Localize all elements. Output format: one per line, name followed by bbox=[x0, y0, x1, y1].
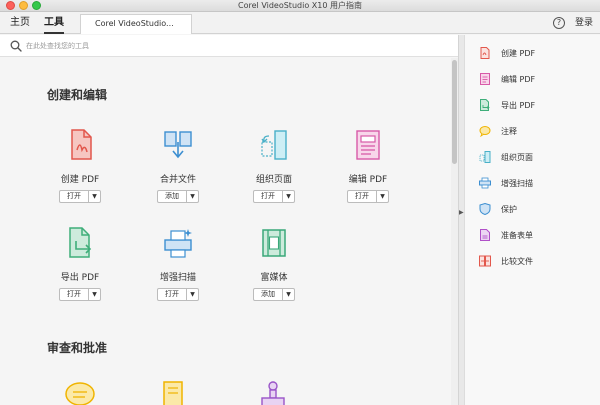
chevron-down-icon[interactable]: ▼ bbox=[283, 289, 294, 300]
window-title: Corel VideoStudio X10 用户指南 bbox=[238, 1, 362, 10]
open-button[interactable]: 打开 ▼ bbox=[347, 190, 389, 203]
search-input[interactable] bbox=[26, 38, 446, 54]
stamp-icon[interactable] bbox=[256, 378, 290, 405]
search-icon bbox=[10, 40, 22, 52]
chevron-down-icon[interactable]: ▼ bbox=[89, 289, 100, 300]
edit-pdf-icon bbox=[480, 73, 490, 85]
sidebar-item-enhance-scan[interactable]: 增强扫描 bbox=[479, 176, 533, 190]
combine-files-icon bbox=[164, 131, 192, 159]
sidebar-item-organize-pages[interactable]: 组织页面 bbox=[479, 150, 533, 164]
prepare-form-icon bbox=[480, 229, 490, 241]
create-pdf-icon bbox=[71, 129, 92, 160]
top-nav-bar: 主页 工具 Corel VideoStudio... ? 登录 bbox=[0, 12, 600, 34]
open-button[interactable]: 打开 ▼ bbox=[59, 288, 101, 301]
tab-tools[interactable]: 工具 bbox=[44, 12, 64, 34]
tool-card-edit-pdf[interactable]: 编辑 PDF 打开 ▼ bbox=[328, 128, 408, 203]
tools-panel: 创建和编辑 创建 PDF 打开 ▼ 合并文件 添加 ▼ 组织页面 打开 ▼ 编辑… bbox=[0, 58, 450, 405]
tool-card-rich-media[interactable]: 富媒体 添加 ▼ bbox=[234, 226, 314, 301]
section-title-review-approve: 审查和批准 bbox=[47, 341, 108, 355]
sidebar-item-prepare-form[interactable]: 准备表单 bbox=[479, 228, 533, 242]
tool-label: 富媒体 bbox=[260, 273, 288, 283]
sidebar-item-compare-files[interactable]: 比较文件 bbox=[479, 254, 533, 268]
sidebar-item-create-pdf[interactable]: 创建 PDF bbox=[479, 46, 535, 60]
tab-home[interactable]: 主页 bbox=[10, 12, 30, 34]
chevron-right-icon[interactable]: ▶ bbox=[459, 209, 464, 216]
comment-icon[interactable] bbox=[63, 378, 97, 405]
tool-card-combine-files[interactable]: 合并文件 添加 ▼ bbox=[138, 128, 218, 203]
question-circle-icon[interactable]: ? bbox=[553, 17, 565, 29]
create-pdf-icon bbox=[480, 47, 490, 59]
enhance-scan-icon bbox=[164, 229, 192, 258]
open-button[interactable]: 打开 ▼ bbox=[253, 190, 295, 203]
tool-label: 合并文件 bbox=[159, 175, 196, 185]
open-button[interactable]: 打开 ▼ bbox=[59, 190, 101, 203]
sidebar-item-export-pdf[interactable]: 导出 PDF bbox=[479, 98, 535, 112]
tool-search-bar bbox=[0, 35, 458, 57]
chevron-down-icon[interactable]: ▼ bbox=[283, 191, 294, 202]
export-pdf-icon bbox=[69, 227, 92, 258]
export-pdf-icon bbox=[480, 99, 490, 111]
chevron-down-icon[interactable]: ▼ bbox=[187, 191, 198, 202]
tool-card-export-pdf[interactable]: 导出 PDF 打开 ▼ bbox=[40, 226, 120, 301]
tools-scrollbar[interactable] bbox=[451, 58, 458, 405]
rich-media-icon bbox=[262, 229, 286, 257]
tool-card-create-pdf[interactable]: 创建 PDF 打开 ▼ bbox=[40, 128, 120, 203]
organize-pages-icon bbox=[261, 130, 287, 160]
login-button[interactable]: 登录 bbox=[575, 12, 593, 34]
chevron-down-icon[interactable]: ▼ bbox=[187, 289, 198, 300]
right-tools-sidebar: 创建 PDF 编辑 PDF 导出 PDF 注释 组织页面 增强扫描 保护 准备表… bbox=[464, 35, 600, 405]
sidebar-item-protect[interactable]: 保护 bbox=[479, 202, 517, 216]
tool-card-enhance-scan[interactable]: 增强扫描 打开 ▼ bbox=[138, 226, 218, 301]
chevron-down-icon[interactable]: ▼ bbox=[377, 191, 388, 202]
sidebar-item-edit-pdf[interactable]: 编辑 PDF bbox=[479, 72, 535, 86]
add-button[interactable]: 添加 ▼ bbox=[157, 190, 199, 203]
organize-pages-icon bbox=[479, 151, 491, 163]
chevron-down-icon[interactable]: ▼ bbox=[89, 191, 100, 202]
protect-shield-icon bbox=[479, 203, 491, 215]
tool-label: 编辑 PDF bbox=[348, 175, 388, 185]
sidebar-item-comment[interactable]: 注释 bbox=[479, 124, 517, 138]
window-titlebar: Corel VideoStudio X10 用户指南 bbox=[0, 0, 600, 12]
scrollbar-thumb[interactable] bbox=[452, 60, 457, 164]
enhance-scan-icon bbox=[479, 177, 491, 189]
add-button[interactable]: 添加 ▼ bbox=[253, 288, 295, 301]
tool-label: 增强扫描 bbox=[159, 273, 196, 283]
edit-pdf-icon bbox=[356, 130, 380, 160]
compare-files-icon bbox=[479, 255, 491, 267]
tool-label: 创建 PDF bbox=[60, 175, 100, 185]
section-title-create-edit: 创建和编辑 bbox=[47, 88, 108, 102]
tool-card-organize-pages[interactable]: 组织页面 打开 ▼ bbox=[234, 128, 314, 203]
tool-label: 组织页面 bbox=[255, 175, 292, 185]
tab-document[interactable]: Corel VideoStudio... bbox=[80, 14, 192, 34]
comment-icon bbox=[479, 126, 491, 137]
send-for-review-icon[interactable] bbox=[158, 378, 192, 405]
open-button[interactable]: 打开 ▼ bbox=[157, 288, 199, 301]
tool-label: 导出 PDF bbox=[60, 273, 100, 283]
